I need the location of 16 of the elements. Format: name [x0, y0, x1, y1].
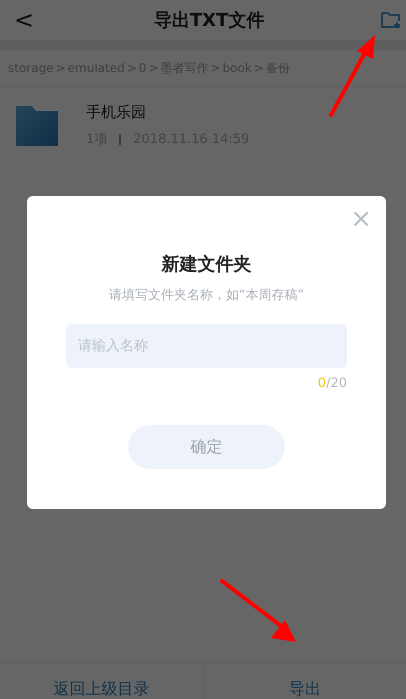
- folder-name: 手机乐园: [86, 103, 147, 122]
- folder-icon: [14, 104, 60, 148]
- dialog-hint: 请填写文件夹名称，如“本周存稿”: [108, 287, 304, 304]
- character-limit: /20: [326, 376, 347, 391]
- separator-text: >: [254, 61, 264, 75]
- page-title: 导出TXT文件: [154, 9, 264, 32]
- close-button[interactable]: ×: [348, 204, 374, 234]
- dialog-title: 新建文件夹: [162, 253, 252, 276]
- separator-text: >: [56, 61, 66, 75]
- separator-text: >: [126, 61, 137, 75]
- separator-text: >: [148, 61, 158, 75]
- character-count: 0: [318, 376, 326, 391]
- separator-text: >: [210, 61, 221, 75]
- new-folder-button[interactable]: [380, 10, 402, 30]
- divider-mark: [119, 134, 122, 144]
- back-button[interactable]: <: [10, 6, 38, 34]
